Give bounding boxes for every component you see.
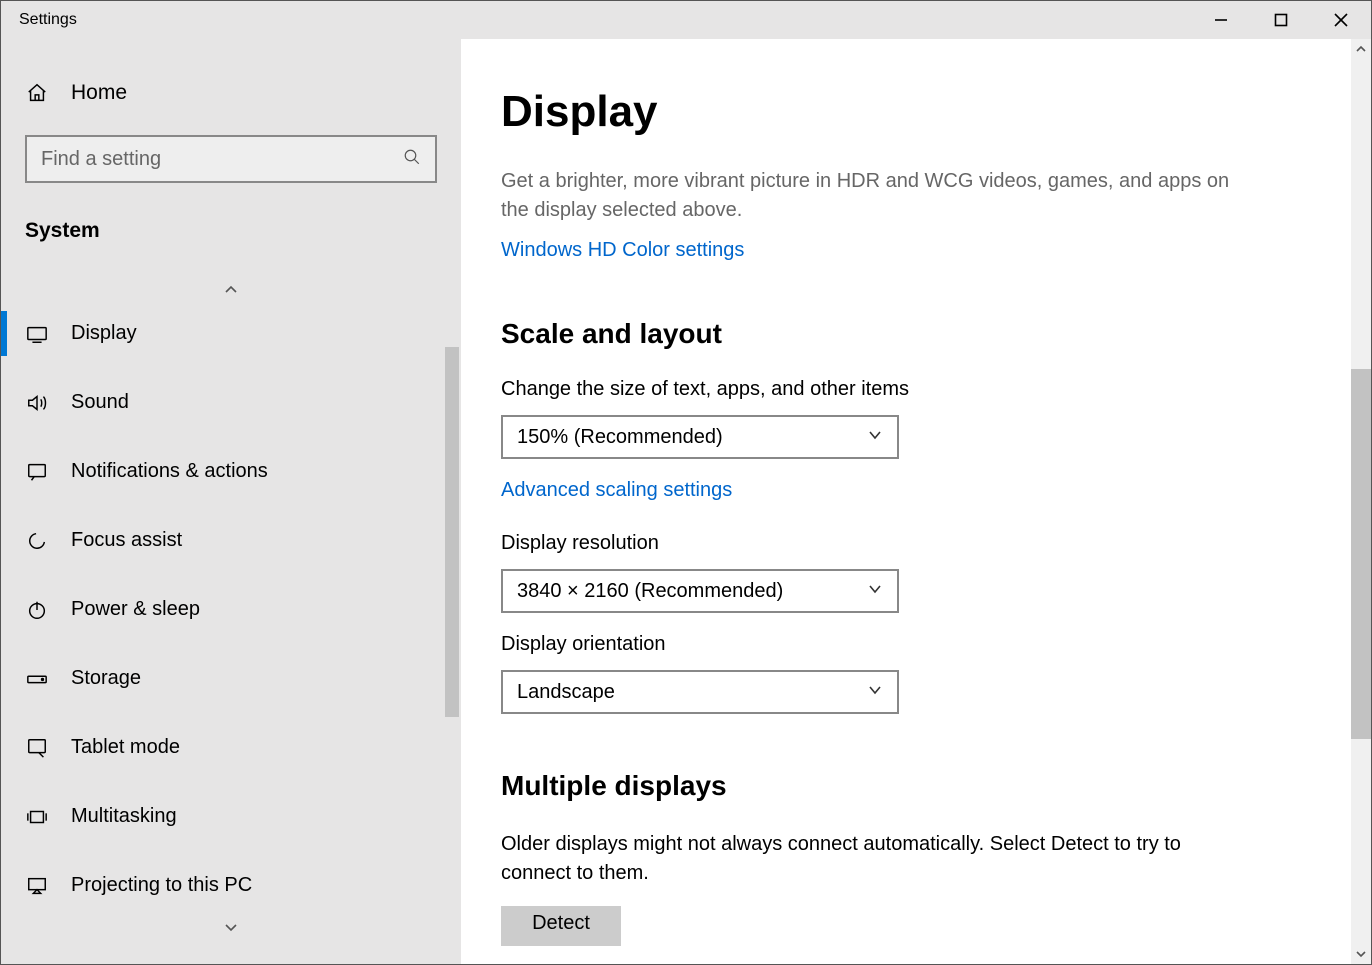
sidebar-item-label: Tablet mode	[71, 736, 180, 759]
multitasking-icon	[25, 806, 49, 828]
detect-button[interactable]: Detect	[501, 906, 621, 946]
window-title: Settings	[19, 11, 77, 29]
scale-label: Change the size of text, apps, and other…	[501, 378, 1241, 401]
home-icon	[25, 82, 49, 104]
display-icon	[25, 323, 49, 345]
main-scrollbar[interactable]	[1351, 39, 1371, 964]
chevron-up-icon	[224, 284, 238, 294]
sidebar-item-label: Focus assist	[71, 529, 182, 552]
settings-window: Settings Home	[0, 0, 1372, 965]
home-nav[interactable]: Home	[1, 69, 461, 117]
sidebar-item-label: Notifications & actions	[71, 460, 268, 483]
sidebar-item-label: Sound	[71, 391, 129, 414]
multiple-displays-heading: Multiple displays	[501, 770, 1241, 802]
resolution-label: Display resolution	[501, 532, 1241, 555]
chevron-up-icon	[1355, 44, 1367, 54]
sidebar-item-notifications[interactable]: Notifications & actions	[1, 437, 461, 506]
sidebar: Home System Dis	[1, 39, 461, 964]
main-panel: Display Get a brighter, more vibrant pic…	[461, 39, 1371, 964]
maximize-button[interactable]	[1251, 1, 1311, 39]
sidebar-scroll-up[interactable]	[1, 281, 461, 299]
sidebar-item-tablet-mode[interactable]: Tablet mode	[1, 713, 461, 782]
sidebar-item-display[interactable]: Display	[1, 299, 461, 368]
advanced-scaling-link[interactable]: Advanced scaling settings	[501, 479, 732, 502]
scroll-down-button[interactable]	[1351, 944, 1371, 964]
focus-assist-icon	[25, 530, 49, 552]
notifications-icon	[25, 461, 49, 483]
sidebar-section-label: System	[1, 183, 461, 251]
chevron-down-icon	[1355, 949, 1367, 959]
maximize-icon	[1274, 13, 1288, 27]
orientation-value: Landscape	[517, 681, 615, 704]
search-icon	[403, 148, 421, 171]
resolution-value: 3840 × 2160 (Recommended)	[517, 580, 783, 603]
close-button[interactable]	[1311, 1, 1371, 39]
scale-layout-heading: Scale and layout	[501, 318, 1241, 350]
hdr-description: Get a brighter, more vibrant picture in …	[501, 167, 1241, 225]
close-icon	[1334, 13, 1348, 27]
orientation-label: Display orientation	[501, 633, 1241, 656]
page-title: Display	[501, 87, 1241, 137]
sidebar-item-multitasking[interactable]: Multitasking	[1, 782, 461, 851]
sidebar-item-label: Multitasking	[71, 805, 177, 828]
resolution-dropdown[interactable]: 3840 × 2160 (Recommended)	[501, 569, 899, 613]
power-icon	[25, 599, 49, 621]
titlebar: Settings	[1, 1, 1371, 39]
detect-label: Detect	[532, 912, 590, 935]
sidebar-scrollbar-thumb[interactable]	[445, 347, 459, 717]
minimize-icon	[1214, 13, 1228, 27]
chevron-down-icon	[867, 426, 883, 449]
orientation-dropdown[interactable]: Landscape	[501, 670, 899, 714]
chevron-down-icon	[224, 923, 238, 933]
main-scrollbar-thumb[interactable]	[1351, 369, 1371, 739]
storage-icon	[25, 668, 49, 690]
scale-value: 150% (Recommended)	[517, 426, 723, 449]
sidebar-item-focus-assist[interactable]: Focus assist	[1, 506, 461, 575]
sidebar-item-label: Display	[71, 322, 137, 345]
home-label: Home	[71, 81, 127, 105]
sound-icon	[25, 392, 49, 414]
minimize-button[interactable]	[1191, 1, 1251, 39]
search-box[interactable]	[25, 135, 437, 183]
sidebar-nav: Display Sound Notifications & actions	[1, 281, 461, 964]
multiple-displays-description: Older displays might not always connect …	[501, 830, 1241, 888]
scroll-up-button[interactable]	[1351, 39, 1371, 59]
sidebar-item-power-sleep[interactable]: Power & sleep	[1, 575, 461, 644]
sidebar-item-label: Power & sleep	[71, 598, 200, 621]
scale-dropdown[interactable]: 150% (Recommended)	[501, 415, 899, 459]
sidebar-item-storage[interactable]: Storage	[1, 644, 461, 713]
window-controls	[1191, 1, 1371, 39]
sidebar-item-projecting[interactable]: Projecting to this PC	[1, 851, 461, 920]
sidebar-item-label: Projecting to this PC	[71, 874, 252, 897]
tablet-icon	[25, 737, 49, 759]
hd-color-settings-link[interactable]: Windows HD Color settings	[501, 239, 744, 262]
sidebar-item-sound[interactable]: Sound	[1, 368, 461, 437]
projecting-icon	[25, 875, 49, 897]
search-input[interactable]	[41, 148, 403, 171]
chevron-down-icon	[867, 580, 883, 603]
sidebar-scroll-down[interactable]	[1, 920, 461, 938]
chevron-down-icon	[867, 681, 883, 704]
sidebar-item-label: Storage	[71, 667, 141, 690]
